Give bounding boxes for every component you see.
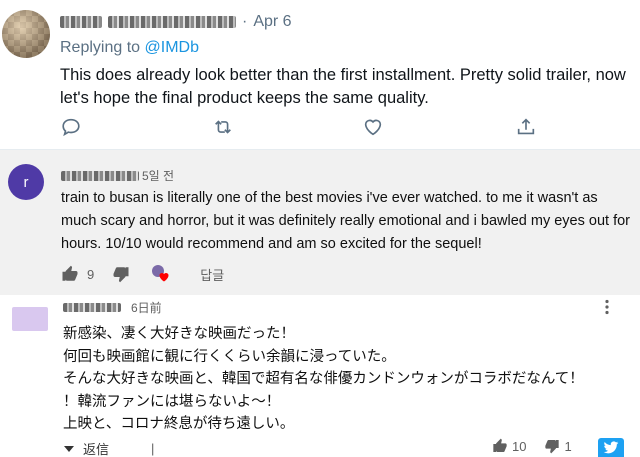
- tweet-header: · Apr 6: [60, 12, 292, 32]
- comment-actions: 9 답글: [61, 264, 224, 284]
- share-icon[interactable]: [515, 116, 537, 138]
- twitter-share-button[interactable]: [598, 438, 624, 457]
- avatar[interactable]: [2, 10, 50, 58]
- thumbs-up-icon[interactable]: [61, 265, 79, 283]
- dislike-count: 1: [564, 438, 572, 454]
- retweet-icon[interactable]: [212, 116, 234, 138]
- avatar[interactable]: r: [8, 164, 44, 200]
- youtube-comment: 6日前 新感染、凄く大好きな映画だった！ 何回も映画館に観に行くくらい余韻に浸っ…: [0, 295, 640, 457]
- like-count: 10: [512, 438, 527, 454]
- reply-button[interactable]: 返信 |: [63, 439, 154, 457]
- user-display-name-redacted[interactable]: [60, 16, 102, 28]
- tweet-date[interactable]: Apr 6: [253, 13, 291, 31]
- thumbs-down-icon[interactable]: [112, 265, 130, 283]
- tweet-text: This does already look better than the f…: [60, 66, 626, 107]
- author-name-redacted[interactable]: [63, 303, 121, 312]
- thumbs-up-icon[interactable]: [492, 438, 508, 454]
- caret-down-icon: [64, 445, 74, 452]
- reply-separator: |: [151, 441, 155, 456]
- mention-link[interactable]: @IMDb: [145, 39, 199, 56]
- like-count: 9: [87, 266, 95, 282]
- tweet-card: · Apr 6 Replying to @IMDb This does alre…: [0, 0, 640, 150]
- thumbs-down-icon[interactable]: [544, 438, 560, 454]
- comment-header: 5일 전: [61, 167, 174, 184]
- youtube-comment: r 5일 전 train to busan is literally one o…: [0, 150, 640, 295]
- comment-text: train to busan is literally one of the b…: [61, 190, 630, 252]
- twitter-bird-icon: [603, 440, 619, 453]
- reply-button[interactable]: 답글: [200, 265, 224, 284]
- reply-label: 返信: [83, 442, 110, 457]
- tweet-actions: [60, 116, 580, 140]
- comment-time[interactable]: 5일 전: [142, 167, 174, 184]
- like-icon[interactable]: [362, 116, 384, 138]
- comment-time[interactable]: 6日前: [131, 299, 162, 316]
- more-options-icon[interactable]: [600, 299, 614, 315]
- replying-prefix: Replying to: [60, 39, 145, 56]
- replying-to: Replying to @IMDb: [60, 39, 199, 57]
- creator-heart-icon: [152, 265, 170, 283]
- avatar[interactable]: [12, 307, 48, 331]
- comment-header: 6日前: [63, 299, 162, 316]
- comment-text: 新感染、凄く大好きな映画だった！ 何回も映画館に観に行くくらい余韻に浸っていた。…: [63, 326, 584, 432]
- comment-votes: 10 1: [492, 438, 572, 454]
- user-handle-redacted[interactable]: [108, 16, 236, 28]
- reply-icon[interactable]: [60, 116, 82, 138]
- author-name-redacted[interactable]: [61, 170, 139, 181]
